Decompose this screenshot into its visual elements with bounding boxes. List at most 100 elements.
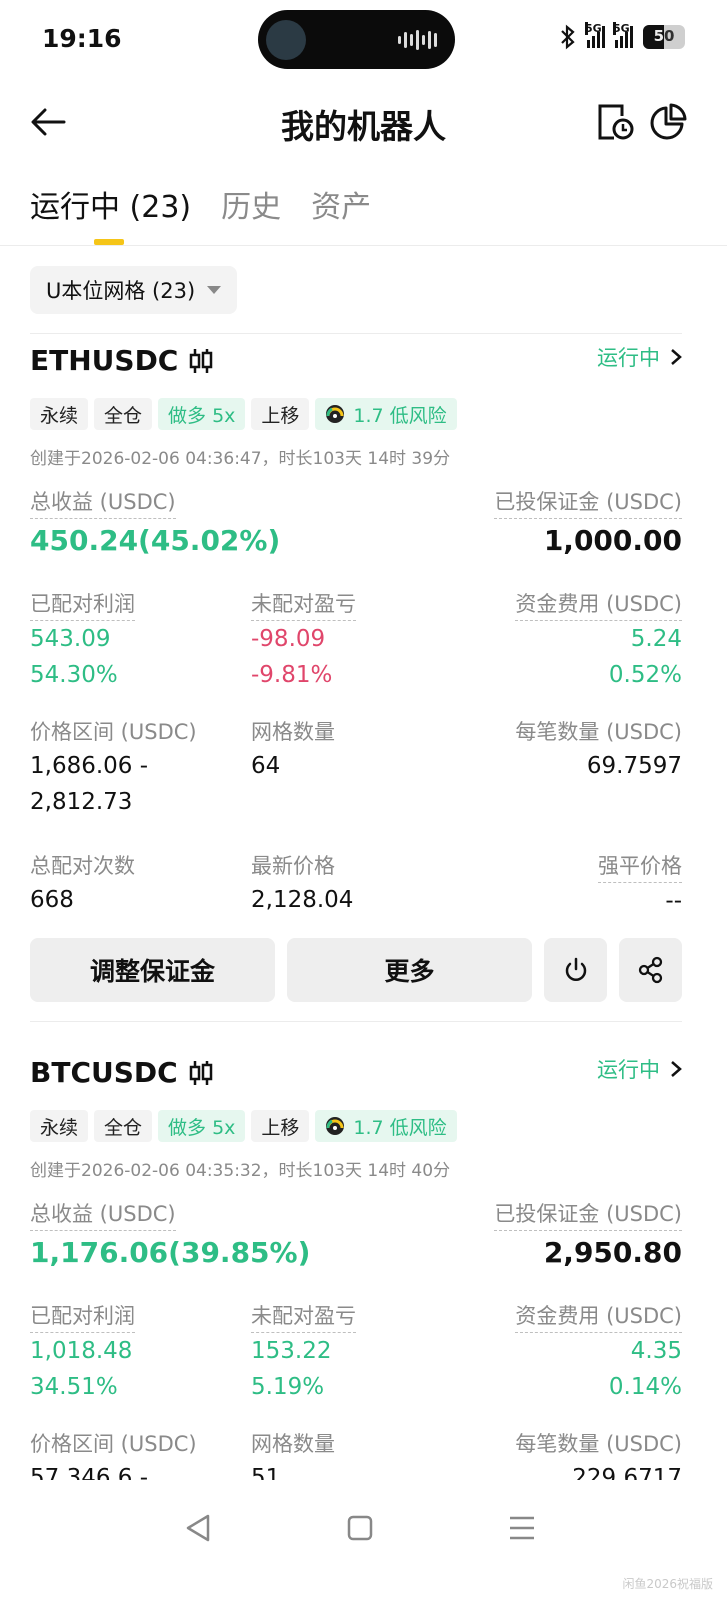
bot-card-eth: ETHUSDC 运行中 永续 全仓 做多 5x 上移 1.7 低风险 创建于20… bbox=[30, 338, 682, 1002]
dynamic-island[interactable] bbox=[258, 10, 455, 69]
unmatched-pnl-pct: 5.19% bbox=[251, 1374, 325, 1400]
grid-count-value: 51 bbox=[251, 1465, 281, 1480]
status-icons: 5G 5G 50 bbox=[559, 22, 685, 50]
grid-count-label: 网格数量 bbox=[251, 720, 335, 744]
stop-bot-button[interactable] bbox=[544, 938, 607, 1002]
watermark: 闲鱼2026祝福版 bbox=[622, 1577, 713, 1591]
history-clock-icon[interactable] bbox=[596, 102, 636, 142]
system-nav-bar: 闲鱼2026祝福版 bbox=[0, 1480, 727, 1600]
pair-name[interactable]: BTCUSDC bbox=[30, 1056, 214, 1089]
matched-profit-value: 1,018.48 bbox=[30, 1338, 133, 1364]
pair-name[interactable]: ETHUSDC bbox=[30, 344, 214, 377]
running-status-link[interactable]: 运行中 bbox=[597, 342, 682, 372]
unmatched-pnl-label[interactable]: 未配对盈亏 bbox=[251, 588, 356, 621]
tag-list: 永续 全仓 做多 5x 上移 1.7 低风险 bbox=[30, 1110, 682, 1142]
total-profit-value: 450.24(45.02%) bbox=[30, 524, 281, 557]
price-range-high: 2,812.73 bbox=[30, 789, 133, 815]
power-icon bbox=[565, 957, 586, 981]
matched-profit-label[interactable]: 已配对利润 bbox=[30, 588, 135, 621]
unmatched-pnl-value: -98.09 bbox=[251, 626, 326, 652]
per-order-qty-label: 每笔数量 (USDC) bbox=[515, 1432, 682, 1456]
unmatched-pnl-value: 153.22 bbox=[251, 1338, 332, 1364]
per-order-qty-value: 69.7597 bbox=[586, 753, 682, 779]
invested-margin-value: 1,000.00 bbox=[543, 524, 682, 557]
funding-fee-pct: 0.14% bbox=[608, 1374, 682, 1400]
tag-long-leverage: 做多 5x bbox=[158, 1110, 246, 1142]
funding-fee-label[interactable]: 资金费用 (USDC) bbox=[515, 1300, 682, 1333]
divider bbox=[30, 333, 682, 334]
share-button[interactable] bbox=[619, 938, 682, 1002]
tag-risk: 1.7 低风险 bbox=[315, 1110, 457, 1142]
matched-profit-pct: 34.51% bbox=[30, 1374, 118, 1400]
candlestick-icon[interactable] bbox=[188, 1059, 214, 1087]
audio-wave-icon bbox=[398, 29, 437, 51]
caret-down-icon bbox=[207, 286, 222, 294]
pie-chart-icon[interactable] bbox=[648, 102, 688, 142]
tag-list: 永续 全仓 做多 5x 上移 1.7 低风险 bbox=[30, 398, 682, 430]
risk-gauge-icon bbox=[326, 1117, 345, 1135]
funding-fee-label[interactable]: 资金费用 (USDC) bbox=[515, 588, 682, 621]
more-button[interactable]: 更多 bbox=[287, 938, 532, 1002]
battery-icon: 50 bbox=[643, 25, 685, 49]
risk-gauge-icon bbox=[326, 405, 345, 423]
total-matches-value: 668 bbox=[30, 887, 74, 913]
grid-count-value: 64 bbox=[251, 753, 281, 779]
chevron-right-icon bbox=[671, 349, 682, 365]
bot-card-btc: BTCUSDC 运行中 永续 全仓 做多 5x 上移 1.7 低风险 创建于20… bbox=[30, 1050, 682, 1480]
signal-icon: 5G bbox=[585, 22, 605, 48]
funding-fee-value: 5.24 bbox=[630, 626, 682, 652]
media-thumbnail bbox=[266, 20, 306, 60]
grid-count-label: 网格数量 bbox=[251, 1432, 335, 1456]
matched-profit-pct: 54.30% bbox=[30, 662, 118, 688]
latest-price-label: 最新价格 bbox=[251, 854, 335, 878]
share-icon bbox=[638, 956, 662, 984]
status-bar: 19:16 5G 5G 50 bbox=[0, 0, 727, 80]
per-order-qty-value: 229.6717 bbox=[572, 1465, 682, 1480]
tab-assets[interactable]: 资产 bbox=[311, 182, 371, 246]
header: 我的机器人 bbox=[0, 90, 727, 156]
candlestick-icon[interactable] bbox=[188, 347, 214, 375]
tag-cross: 全仓 bbox=[94, 398, 153, 430]
signal-icon-2: 5G bbox=[613, 22, 633, 48]
latest-price-value: 2,128.04 bbox=[251, 887, 354, 913]
invested-margin-label[interactable]: 已投保证金 (USDC) bbox=[494, 1198, 682, 1231]
tab-history[interactable]: 历史 bbox=[221, 182, 281, 246]
status-time: 19:16 bbox=[42, 24, 122, 53]
tag-long-leverage: 做多 5x bbox=[158, 398, 246, 430]
total-matches-label: 总配对次数 bbox=[30, 854, 135, 878]
matched-profit-value: 543.09 bbox=[30, 626, 111, 652]
unmatched-pnl-pct: -9.81% bbox=[251, 662, 333, 688]
filter-label: U本位网格 (23) bbox=[46, 279, 196, 303]
invested-margin-value: 2,950.80 bbox=[543, 1236, 682, 1269]
chevron-right-icon bbox=[671, 1061, 682, 1077]
nav-home-icon[interactable] bbox=[340, 1508, 380, 1548]
tag-shift-up: 上移 bbox=[251, 398, 310, 430]
tab-bar: 运行中 (23) 历史 资产 bbox=[30, 182, 371, 246]
funding-fee-value: 4.35 bbox=[630, 1338, 682, 1364]
liq-price-label[interactable]: 强平价格 bbox=[598, 850, 682, 883]
total-profit-label[interactable]: 总收益 (USDC) bbox=[30, 1198, 176, 1231]
unmatched-pnl-label[interactable]: 未配对盈亏 bbox=[251, 1300, 356, 1333]
bluetooth-icon bbox=[561, 24, 575, 50]
nav-menu-icon[interactable] bbox=[502, 1508, 542, 1548]
liq-price-value: -- bbox=[665, 888, 682, 914]
adjust-margin-button[interactable]: 调整保证金 bbox=[30, 938, 275, 1002]
running-status-link[interactable]: 运行中 bbox=[597, 1054, 682, 1084]
nav-back-icon[interactable] bbox=[178, 1508, 218, 1548]
tag-cross: 全仓 bbox=[94, 1110, 153, 1142]
grid-type-filter[interactable]: U本位网格 (23) bbox=[30, 266, 238, 314]
tag-risk: 1.7 低风险 bbox=[315, 398, 457, 430]
per-order-qty-label: 每笔数量 (USDC) bbox=[515, 720, 682, 744]
tag-perpetual: 永续 bbox=[30, 398, 89, 430]
price-range-low: 1,686.06 - bbox=[30, 753, 149, 779]
created-time: 创建于2026-02-06 04:36:47，时长103天 14时 39分 bbox=[30, 449, 451, 469]
tab-running[interactable]: 运行中 (23) bbox=[30, 182, 191, 246]
invested-margin-label[interactable]: 已投保证金 (USDC) bbox=[494, 486, 682, 519]
divider bbox=[30, 1021, 682, 1022]
total-profit-label[interactable]: 总收益 (USDC) bbox=[30, 486, 176, 519]
tag-shift-up: 上移 bbox=[251, 1110, 310, 1142]
total-profit-value: 1,176.06(39.85%) bbox=[30, 1236, 311, 1269]
tabs-divider bbox=[0, 245, 727, 246]
tag-perpetual: 永续 bbox=[30, 1110, 89, 1142]
matched-profit-label[interactable]: 已配对利润 bbox=[30, 1300, 135, 1333]
